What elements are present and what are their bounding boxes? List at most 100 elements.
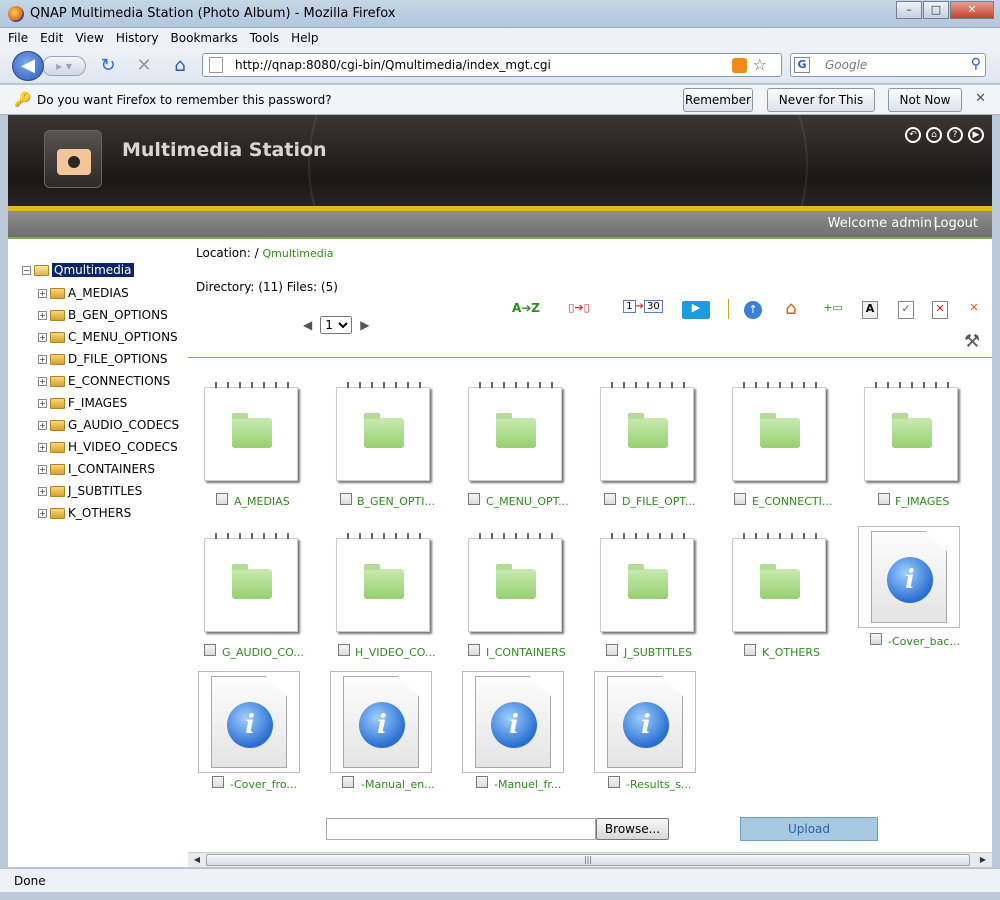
breadcrumb-link[interactable]: Qmultimedia [262,247,333,260]
folder-item[interactable]: K_OTHERS [716,524,846,664]
folder-item[interactable]: I_CONTAINERS [452,524,582,664]
file-item[interactable]: i -Manual_en... [320,669,450,809]
scroll-left-icon[interactable]: ◀ [190,854,204,866]
item-checkbox[interactable] [606,644,618,656]
select-all-icon[interactable]: ✓ [898,301,914,319]
item-checkbox[interactable] [476,776,488,788]
menu-edit[interactable]: Edit [40,31,63,45]
remember-button[interactable]: Remember [683,88,753,112]
item-checkbox[interactable] [204,644,216,656]
deselect-icon[interactable]: ✕ [932,301,948,319]
scroll-right-icon[interactable]: ▶ [976,854,990,866]
next-page-icon[interactable]: ▶ [360,318,369,332]
home-folder-icon[interactable]: ⌂ [780,300,802,319]
menu-history[interactable]: History [116,31,159,45]
folder-item[interactable]: J_SUBTITLES [584,524,714,664]
new-folder-icon[interactable]: +▭ [820,301,846,319]
sort-by-size-icon[interactable]: ▯➔▯ [560,301,598,319]
item-checkbox[interactable] [342,776,354,788]
close-notification-icon[interactable]: ✕ [975,91,986,106]
stop-icon[interactable]: ✕ [134,56,154,76]
tree-item[interactable]: + B_GEN_OPTIONS [38,306,168,324]
item-checkbox[interactable] [338,644,350,656]
slideshow-icon[interactable]: ▶ [682,301,710,319]
menu-tools[interactable]: Tools [250,31,280,45]
item-checkbox[interactable] [340,493,352,505]
forward-button[interactable]: ▸ ▾ [42,56,86,76]
maximize-button[interactable]: □ [923,1,949,19]
minimize-button[interactable]: – [896,1,922,19]
tree-item[interactable]: + D_FILE_OPTIONS [38,350,168,368]
menu-bookmarks[interactable]: Bookmarks [171,31,238,45]
search-engine-icon[interactable]: G [794,57,810,73]
tree-item[interactable]: + A_MEDIAS [38,284,129,302]
address-bar[interactable]: http://qnap:8080/cgi-bin/Qmultimedia/ind… [202,53,782,77]
search-box[interactable]: G Google ⚲ [790,53,986,77]
upload-button[interactable]: Upload [740,817,878,841]
folder-item[interactable]: F_IMAGES [848,373,978,513]
folder-item[interactable]: B_GEN_OPTI... [320,373,450,513]
item-checkbox[interactable] [870,633,882,645]
menu-view[interactable]: View [75,31,103,45]
rss-feed-icon[interactable] [732,58,747,73]
menu-help[interactable]: Help [291,31,318,45]
folder-item[interactable]: G_AUDIO_CO... [188,524,318,664]
prev-page-icon[interactable]: ◀ [303,318,312,332]
folder-item[interactable]: E_CONNECTI... [716,373,846,513]
next-circle-icon[interactable]: ▶ [968,127,984,143]
url-text[interactable]: http://qnap:8080/cgi-bin/Qmultimedia/ind… [235,58,551,72]
tree-item[interactable]: + H_VIDEO_CODECS [38,438,178,456]
scroll-thumb[interactable]: ||| [206,854,970,866]
tree-item[interactable]: + G_AUDIO_CODECS [38,416,179,434]
never-for-this-site-button[interactable]: Never for This Site [767,88,875,129]
home-circle-icon[interactable]: ⌂ [926,127,942,143]
tree-root[interactable]: − Qmultimedia [22,261,134,279]
folder-item[interactable]: H_VIDEO_CO... [320,524,450,664]
folder-item[interactable]: C_MENU_OPT... [452,373,582,513]
horizontal-scrollbar[interactable]: ◀ ||| ▶ [188,852,992,867]
item-checkbox[interactable] [608,776,620,788]
tree-item[interactable]: + K_OTHERS [38,504,131,522]
file-item[interactable]: i -Results_s... [584,669,714,809]
folder-item[interactable]: A_MEDIAS [188,373,318,513]
bookmark-star-icon[interactable]: ☆ [753,55,767,74]
upload-arrow-icon[interactable]: ↑ [744,301,762,319]
tools-icon[interactable]: ⚒ [964,331,980,352]
home-icon[interactable]: ⌂ [170,56,190,76]
tree-item[interactable]: + F_IMAGES [38,394,127,412]
folder-item[interactable]: D_FILE_OPT... [584,373,714,513]
browse-button[interactable]: Browse... [596,818,669,840]
not-now-button[interactable]: Not Now [888,88,962,112]
menu-file[interactable]: File [8,31,28,45]
item-checkbox[interactable] [604,493,616,505]
file-path-input[interactable] [326,818,596,840]
file-item[interactable]: i -Cover_fro... [188,669,318,809]
tree-item[interactable]: + I_CONTAINERS [38,460,155,478]
file-item[interactable]: i -Manuel_fr... [452,669,582,809]
item-checkbox[interactable] [468,644,480,656]
item-checkbox[interactable] [734,493,746,505]
item-checkbox[interactable] [212,776,224,788]
tree-item[interactable]: + J_SUBTITLES [38,482,142,500]
delete-icon[interactable]: ✕ [966,301,982,319]
back-button[interactable]: ◀ [12,51,44,81]
help-circle-icon[interactable]: ? [947,127,963,143]
item-checkbox[interactable] [878,493,890,505]
item-checkbox[interactable] [216,493,228,505]
reload-icon[interactable]: ↻ [98,56,118,76]
item-checkbox[interactable] [468,493,480,505]
tree-item[interactable]: + E_CONNECTIONS [38,372,170,390]
search-icon[interactable]: ⚲ [971,56,981,72]
page-select[interactable]: 1 [320,316,353,334]
close-button[interactable]: ✕ [950,1,994,19]
rename-icon[interactable]: A [862,301,878,319]
folder-icon [892,413,932,448]
sort-by-date-button[interactable]: 1 ➔ 30 [618,300,668,319]
tree-item[interactable]: + C_MENU_OPTIONS [38,328,178,346]
logout-link[interactable]: Logout [933,216,978,231]
sort-by-name-button[interactable]: A➔Z [510,301,542,319]
file-item[interactable]: i -Cover_bac... [848,524,978,664]
item-checkbox[interactable] [744,644,756,656]
back-circle-icon[interactable]: ↶ [905,127,921,143]
search-input[interactable]: Google [825,58,867,72]
